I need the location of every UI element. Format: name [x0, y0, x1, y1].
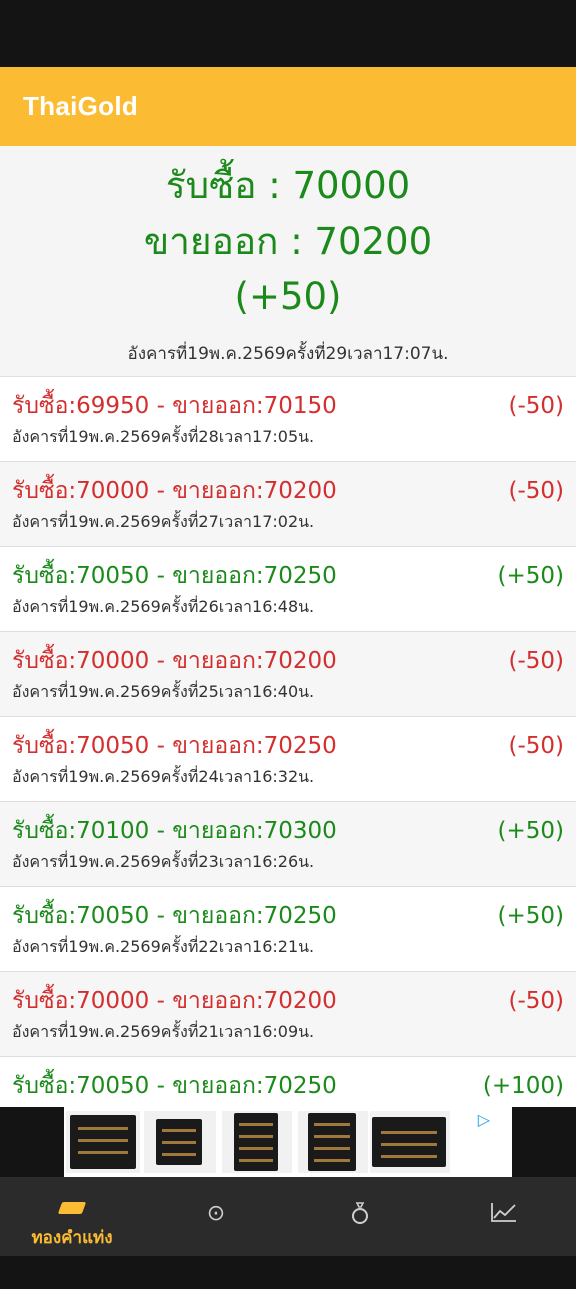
ad-product-image [222, 1111, 292, 1173]
history-prices: รับซื้อ:70000 - ขายออก:70200 [12, 478, 337, 504]
nav-item-4[interactable] [432, 1177, 576, 1256]
history-change: (+50) [497, 563, 564, 589]
ring-icon [288, 1201, 432, 1231]
ad-product-image [298, 1111, 368, 1173]
history-row[interactable]: รับซื้อ:70050 - ขายออก:70250 (+100) [0, 1057, 576, 1107]
history-timestamp: อังคารที่19พ.ค.2569ครั้งที่28เวลา17:05น. [12, 427, 315, 446]
nav-item-2[interactable]: ⊙ [144, 1177, 288, 1256]
history-row[interactable]: รับซื้อ:70100 - ขายออก:70300 (+50) อังคา… [0, 802, 576, 887]
history-timestamp: อังคารที่19พ.ค.2569ครั้งที่27เวลา17:02น. [12, 512, 315, 531]
history-prices: รับซื้อ:70050 - ขายออก:70250 [12, 733, 337, 759]
nav-gold-bar-label: ทองคำแท่ง [31, 1228, 113, 1248]
target-icon: ⊙ [206, 1201, 226, 1226]
history-change: (+50) [497, 818, 564, 844]
history-row[interactable]: รับซื้อ:70050 - ขายออก:70250 (+50) อังคา… [0, 887, 576, 972]
history-row[interactable]: รับซื้อ:70000 - ขายออก:70200 (-50) อังคา… [0, 972, 576, 1057]
history-prices: รับซื้อ:70000 - ขายออก:70200 [12, 988, 337, 1014]
history-prices: รับซื้อ:69950 - ขายออก:70150 [12, 393, 337, 419]
app-bar: ThaiGold [0, 67, 576, 146]
history-timestamp: อังคารที่19พ.ค.2569ครั้งที่26เวลา16:48น. [12, 597, 315, 616]
history-timestamp: อังคารที่19พ.ค.2569ครั้งที่24เวลา16:32น. [12, 767, 315, 786]
bottom-navigation: ทองคำแท่ง ⊙ [0, 1177, 576, 1256]
gold-bar-icon [0, 1195, 144, 1220]
history-prices: รับซื้อ:70050 - ขายออก:70250 [12, 1073, 337, 1099]
ad-margin-right [512, 1107, 576, 1177]
history-change: (+50) [497, 903, 564, 929]
app-title: ThaiGold [23, 91, 139, 121]
history-timestamp: อังคารที่19พ.ค.2569ครั้งที่23เวลา16:26น. [12, 852, 315, 871]
history-row[interactable]: รับซื้อ:70050 - ขายออก:70250 (-50) อังคา… [0, 717, 576, 802]
ad-margin-left [0, 1107, 64, 1177]
history-change: (-50) [508, 988, 564, 1014]
ad-product-image [66, 1111, 140, 1173]
history-row[interactable]: รับซื้อ:69950 - ขายออก:70150 (-50) อังคา… [0, 377, 576, 462]
history-row[interactable]: รับซื้อ:70000 - ขายออก:70200 (-50) อังคา… [0, 462, 576, 547]
history-timestamp: อังคารที่19พ.ค.2569ครั้งที่25เวลา16:40น. [12, 682, 315, 701]
history-timestamp: อังคารที่19พ.ค.2569ครั้งที่22เวลา16:21น. [12, 937, 315, 956]
system-nav-area [0, 1256, 576, 1289]
nav-gold-bar[interactable]: ทองคำแท่ง [0, 1177, 144, 1256]
history-prices: รับซื้อ:70000 - ขายออก:70200 [12, 648, 337, 674]
history-change: (-50) [508, 733, 564, 759]
summary-timestamp: อังคารที่19พ.ค.2569ครั้งที่29เวลา17:07น. [127, 344, 449, 364]
history-timestamp: อังคารที่19พ.ค.2569ครั้งที่21เวลา16:09น. [12, 1022, 315, 1041]
ad-banner[interactable]: ▷ [64, 1107, 512, 1177]
ad-product-image [370, 1111, 450, 1173]
price-history-list[interactable]: รับซื้อ:69950 - ขายออก:70150 (-50) อังคา… [0, 377, 576, 1107]
history-prices: รับซื้อ:70050 - ขายออก:70250 [12, 903, 337, 929]
sell-price: ขายออก : 70200 [143, 220, 433, 263]
price-change: (+50) [234, 275, 342, 318]
history-change: (-50) [508, 478, 564, 504]
history-change: (+100) [482, 1073, 564, 1099]
status-bar [0, 0, 576, 67]
ad-choices-play-icon[interactable]: ▷ [478, 1110, 490, 1129]
history-row[interactable]: รับซื้อ:70050 - ขายออก:70250 (+50) อังคา… [0, 547, 576, 632]
history-prices: รับซื้อ:70050 - ขายออก:70250 [12, 563, 337, 589]
history-row[interactable]: รับซื้อ:70000 - ขายออก:70200 (-50) อังคา… [0, 632, 576, 717]
buy-price: รับซื้อ : 70000 [165, 164, 411, 207]
history-change: (-50) [508, 393, 564, 419]
chart-trend-icon [432, 1201, 576, 1229]
nav-item-3[interactable] [288, 1177, 432, 1256]
history-prices: รับซื้อ:70100 - ขายออก:70300 [12, 818, 337, 844]
current-price-summary: รับซื้อ : 70000 ขายออก : 70200 (+50) อัง… [0, 146, 576, 377]
history-change: (-50) [508, 648, 564, 674]
ad-product-image [144, 1111, 216, 1173]
